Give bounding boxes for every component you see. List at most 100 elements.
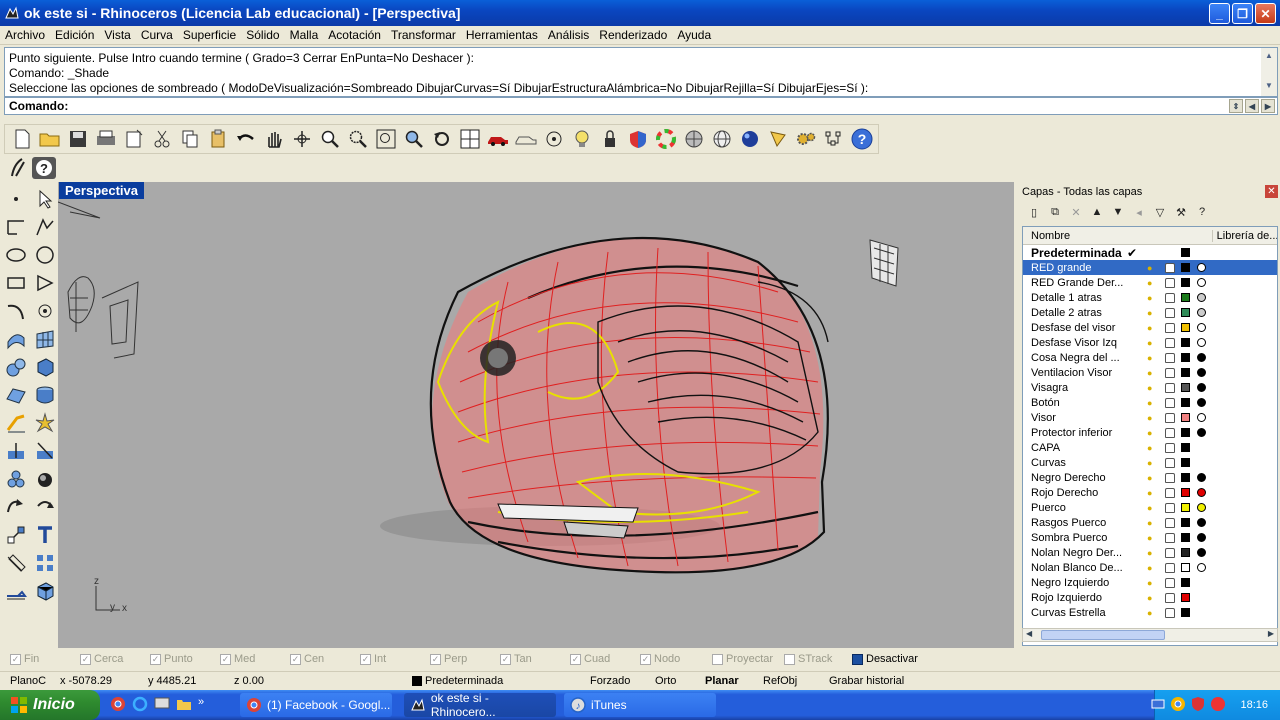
filter-icon[interactable]: ▽ <box>1152 206 1168 219</box>
layer-color-swatch[interactable] <box>1181 248 1190 257</box>
layer-row[interactable]: Nolan Negro Der... ● <box>1023 545 1277 560</box>
move-icon[interactable] <box>4 496 27 519</box>
menu-item-solido[interactable]: Sólido <box>241 28 284 42</box>
chevron-right-icon[interactable]: ▶ <box>1261 99 1275 113</box>
layer-row[interactable]: Predeterminada ✔ <box>1023 245 1277 260</box>
sketch-icon[interactable] <box>8 156 28 181</box>
scale-icon[interactable] <box>4 524 27 547</box>
chrome-icon[interactable] <box>110 696 126 715</box>
layer-color-swatch[interactable] <box>1181 473 1190 482</box>
layer-color-swatch[interactable] <box>1181 323 1190 332</box>
layer-row[interactable]: Rojo Izquierdo ● <box>1023 590 1277 605</box>
restore-button[interactable]: ❐ <box>1232 3 1253 24</box>
layer-color-swatch[interactable] <box>1181 413 1190 422</box>
layer-row[interactable]: Cosa Negra del ... ● <box>1023 350 1277 365</box>
zoom-window-icon[interactable] <box>345 126 370 152</box>
task-rhino[interactable]: ok este si - Rhinocero... <box>404 691 556 719</box>
layer-row[interactable]: RED grande ● <box>1023 260 1277 275</box>
layer-row[interactable]: Desfase del visor ● <box>1023 320 1277 335</box>
shield-icon[interactable] <box>625 126 650 152</box>
delete-layer-icon[interactable]: ✕ <box>1068 206 1084 219</box>
circle-icon[interactable] <box>33 244 56 267</box>
four-viewports-icon[interactable] <box>457 126 482 152</box>
layer-lock-icon[interactable] <box>1165 307 1175 318</box>
layer-visibility-bulb-icon[interactable]: ● <box>1147 398 1157 408</box>
menu-item-analisis[interactable]: Análisis <box>543 28 594 42</box>
menu-item-curva[interactable]: Curva <box>136 28 178 42</box>
layer-visibility-bulb-icon[interactable]: ● <box>1147 278 1157 288</box>
column-library-header[interactable]: Librería de... <box>1213 230 1277 242</box>
menu-item-herramientas[interactable]: Herramientas <box>461 28 543 42</box>
layer-row[interactable]: Protector inferior ● <box>1023 425 1277 440</box>
layer-color-swatch[interactable] <box>1181 278 1190 287</box>
osnap-proyectar[interactable]: Proyectar <box>712 653 773 665</box>
layer-color-swatch[interactable] <box>1181 353 1190 362</box>
layer-material-icon[interactable] <box>1197 308 1206 317</box>
osnap-int[interactable]: ✓ Int <box>360 653 386 665</box>
split-icon[interactable] <box>4 440 27 463</box>
move-up-icon[interactable]: ▲ <box>1089 206 1105 218</box>
layer-row[interactable]: Puerco ● <box>1023 500 1277 515</box>
layers-hscrollbar[interactable]: ◀ ▶ <box>1022 628 1278 642</box>
command-history-scrollbar[interactable]: ▲ ▼ <box>1261 48 1277 96</box>
layer-lock-icon[interactable] <box>1165 442 1175 453</box>
undo-view-icon[interactable] <box>429 126 454 152</box>
layer-visibility-bulb-icon[interactable]: ● <box>1147 338 1157 348</box>
menu-item-superficie[interactable]: Superficie <box>178 28 241 42</box>
layer-row[interactable]: Desfase Visor Izq ● <box>1023 335 1277 350</box>
surface-icon[interactable] <box>4 328 27 351</box>
layer-lock-icon[interactable] <box>1165 262 1175 273</box>
help-icon[interactable]: ? <box>849 126 874 152</box>
desktop-icon[interactable] <box>154 696 170 715</box>
chevron-left-icon[interactable]: ◀ <box>1245 99 1259 113</box>
layer-lock-icon[interactable] <box>1165 607 1175 618</box>
paste-icon[interactable] <box>205 126 230 152</box>
status-snap[interactable]: Forzado <box>590 675 630 687</box>
osnap-cerca[interactable]: ✓ Cerca <box>80 653 123 665</box>
layer-row[interactable]: Curvas Estrella ● <box>1023 605 1277 620</box>
osnap-cen[interactable]: ✓ Cen <box>290 653 324 665</box>
layer-material-icon[interactable] <box>1197 473 1206 482</box>
explode-icon[interactable] <box>33 412 56 435</box>
layer-visibility-bulb-icon[interactable]: ● <box>1147 518 1157 528</box>
layer-row[interactable]: Detalle 2 atras ● <box>1023 305 1277 320</box>
menu-item-renderizado[interactable]: Renderizado <box>594 28 672 42</box>
osnap-checkbox[interactable]: ✓ <box>80 653 91 665</box>
status-history[interactable]: Grabar historial <box>829 675 904 687</box>
layer-visibility-bulb-icon[interactable]: ● <box>1147 443 1157 453</box>
osnap-checkbox[interactable]: ✓ <box>290 653 301 665</box>
command-input[interactable]: Comando: ⇕ ◀ ▶ <box>4 97 1278 115</box>
layer-visibility-bulb-icon[interactable]: ● <box>1147 383 1157 393</box>
layer-lock-icon[interactable] <box>1165 592 1175 603</box>
start-button[interactable]: Inicio <box>0 690 100 720</box>
layer-visibility-bulb-icon[interactable]: ● <box>1147 428 1157 438</box>
close-button[interactable]: ✕ <box>1255 3 1276 24</box>
layer-visibility-bulb-icon[interactable]: ● <box>1147 488 1157 498</box>
osnap-checkbox[interactable]: ✓ <box>500 653 511 665</box>
layer-color-swatch[interactable] <box>1181 533 1190 542</box>
sphere-shaded-icon[interactable] <box>681 126 706 152</box>
layer-row[interactable]: Visor ● <box>1023 410 1277 425</box>
osnap-checkbox[interactable]: ✓ <box>430 653 441 665</box>
render-box-icon[interactable] <box>33 580 56 603</box>
select-arrow-icon[interactable] <box>33 188 56 211</box>
layer-visibility-bulb-icon[interactable]: ● <box>1147 413 1157 423</box>
osnap-checkbox[interactable]: ✓ <box>150 653 161 665</box>
menu-item-ayuda[interactable]: Ayuda <box>672 28 716 42</box>
layer-row[interactable]: Negro Derecho ● <box>1023 470 1277 485</box>
save-icon[interactable] <box>65 126 90 152</box>
layer-lock-icon[interactable] <box>1165 577 1175 588</box>
rectangle-icon[interactable] <box>4 272 27 295</box>
layer-material-icon[interactable] <box>1197 263 1206 272</box>
zoom-selected-icon[interactable] <box>401 126 426 152</box>
text-icon[interactable] <box>33 524 56 547</box>
pan-hand-icon[interactable] <box>261 126 286 152</box>
osnap-fin[interactable]: ✓ Fin <box>10 653 39 665</box>
status-planar[interactable]: Planar <box>705 675 739 687</box>
new-sublayer-icon[interactable]: ⧉ <box>1047 206 1063 219</box>
car-render-icon[interactable] <box>485 126 510 152</box>
grid-snap-icon[interactable] <box>821 126 846 152</box>
layer-color-swatch[interactable] <box>1181 338 1190 347</box>
layer-lock-icon[interactable] <box>1165 562 1175 573</box>
layer-material-icon[interactable] <box>1197 398 1206 407</box>
